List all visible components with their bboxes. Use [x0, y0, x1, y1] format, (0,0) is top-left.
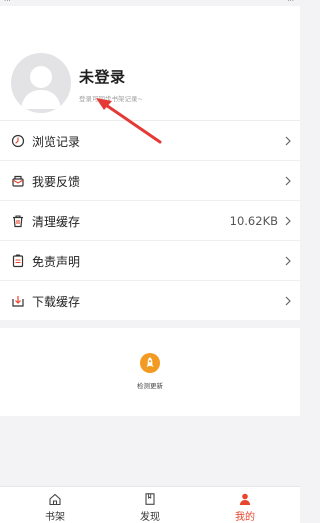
clock-icon: [11, 134, 25, 148]
document-icon: [12, 254, 24, 268]
feedback-icon: [12, 175, 24, 187]
tab-label: 我的: [235, 512, 255, 523]
menu-item-feedback[interactable]: 我要反馈: [0, 161, 300, 201]
download-icon: [12, 296, 24, 307]
update-section: 检测更新: [0, 328, 300, 416]
menu-item-disclaimer[interactable]: 免责声明: [0, 241, 300, 281]
chevron-right-icon: [285, 136, 291, 146]
menu-item-label: 浏览记录: [32, 135, 81, 149]
menu-item-history[interactable]: 浏览记录: [0, 121, 300, 161]
login-hint: 登录可同步书架记录~: [79, 95, 143, 103]
section-divider: [0, 320, 300, 328]
person-icon: [239, 493, 251, 505]
check-update-button[interactable]: 检测更新: [128, 353, 172, 393]
trash-icon: [13, 215, 23, 228]
status-bar-right: ...: [287, 0, 294, 3]
bottom-tab-bar: 书架 发现 我的: [0, 486, 300, 523]
default-avatar-icon: [21, 66, 61, 109]
tab-bookshelf[interactable]: 书架: [5, 487, 105, 523]
rocket-icon: [140, 353, 160, 373]
tab-label: 书架: [45, 512, 65, 523]
status-bar-left: ...: [4, 0, 11, 3]
menu-item-label: 免责声明: [32, 255, 81, 269]
chevron-right-icon: [285, 256, 291, 266]
menu-item-label: 清理缓存: [32, 215, 81, 229]
tab-mine[interactable]: 我的: [195, 487, 295, 523]
login-status-title[interactable]: 未登录: [79, 66, 126, 87]
menu-item-download-cache[interactable]: 下载缓存: [0, 281, 300, 321]
profile-screen: ... ... 未登录 登录可同步书架记录~ 浏览记录: [0, 0, 300, 523]
cache-size-value: 10.62KB: [229, 214, 278, 228]
settings-menu: 浏览记录 我要反馈 清理缓存 10.62KB 免责声明 下载缓存: [0, 120, 300, 320]
menu-item-label: 下载缓存: [32, 295, 81, 309]
menu-item-clear-cache[interactable]: 清理缓存 10.62KB: [0, 201, 300, 241]
book-icon: [145, 493, 155, 505]
chevron-right-icon: [285, 296, 291, 306]
avatar[interactable]: [11, 53, 71, 113]
home-icon: [49, 493, 61, 506]
chevron-right-icon: [285, 216, 291, 226]
profile-header[interactable]: 未登录 登录可同步书架记录~: [0, 6, 300, 120]
tab-discover[interactable]: 发现: [100, 487, 200, 523]
tab-label: 发现: [140, 512, 160, 523]
chevron-right-icon: [285, 176, 291, 186]
empty-area: [0, 416, 300, 486]
menu-item-label: 我要反馈: [32, 175, 81, 189]
check-update-label: 检测更新: [137, 382, 163, 390]
